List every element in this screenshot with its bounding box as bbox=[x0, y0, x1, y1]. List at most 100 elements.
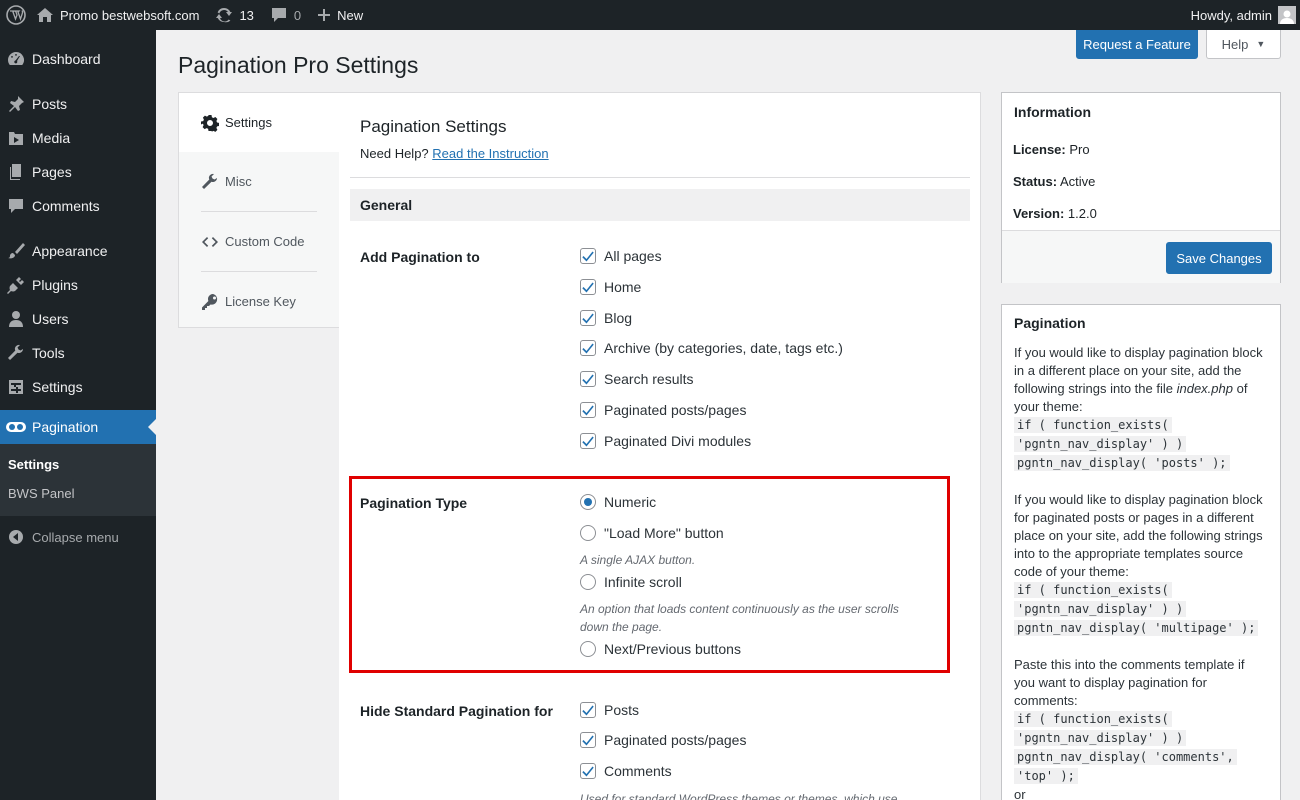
tab-misc[interactable]: Misc bbox=[179, 152, 339, 211]
greeting: Howdy, admin bbox=[1190, 7, 1272, 23]
site-name-link[interactable]: Promo bestwebsoft.com bbox=[28, 0, 207, 30]
version-value: 1.2.0 bbox=[1067, 206, 1097, 221]
checkbox-checked-icon bbox=[580, 279, 596, 295]
sidebar-item-posts[interactable]: Posts bbox=[0, 87, 156, 121]
option-label: Paginated posts/pages bbox=[604, 402, 747, 418]
help-label: Help bbox=[1221, 36, 1249, 52]
sidebar-item-label: Plugins bbox=[32, 277, 78, 293]
tab-settings[interactable]: Settings bbox=[178, 93, 340, 152]
radio-numeric[interactable]: Numeric bbox=[580, 494, 656, 510]
updates-link[interactable]: 13 bbox=[207, 0, 261, 30]
caret-down-icon: ▼ bbox=[1256, 39, 1266, 49]
home-icon bbox=[37, 8, 53, 22]
tab-license-key[interactable]: License Key bbox=[179, 272, 339, 331]
sidebar-item-media[interactable]: Media bbox=[0, 121, 156, 155]
tab-label: Settings bbox=[225, 115, 272, 130]
admin-bar: Promo bestwebsoft.com 13 0 New Howdy, ad… bbox=[0, 0, 1300, 30]
collapse-icon bbox=[6, 527, 26, 547]
site-name: Promo bestwebsoft.com bbox=[60, 7, 200, 23]
checkbox-checked-icon bbox=[580, 371, 596, 387]
help-line: Need Help? Read the Instruction bbox=[360, 146, 549, 161]
sidebar-item-users[interactable]: Users bbox=[0, 302, 156, 336]
sidebar-item-comments[interactable]: Comments bbox=[0, 189, 156, 223]
request-feature-button[interactable]: Request a Feature bbox=[1076, 30, 1198, 59]
checkbox-archive[interactable]: Archive (by categories, date, tags etc.) bbox=[580, 340, 843, 356]
pin-icon bbox=[6, 94, 26, 114]
checkbox-hide-comments[interactable]: Comments bbox=[580, 763, 672, 779]
sidebar-item-tools[interactable]: Tools bbox=[0, 336, 156, 370]
radio-next-previous[interactable]: Next/Previous buttons bbox=[580, 641, 741, 657]
checkbox-checked-icon bbox=[580, 340, 596, 356]
checkbox-checked-icon bbox=[580, 433, 596, 449]
sidebar-item-label: Dashboard bbox=[32, 51, 101, 67]
sidebar-item-settings[interactable]: Settings bbox=[0, 370, 156, 404]
radio-infinite-scroll[interactable]: Infinite scroll bbox=[580, 574, 682, 590]
users-icon bbox=[6, 309, 26, 329]
radio-icon bbox=[580, 641, 596, 657]
sidebar-item-dashboard[interactable]: Dashboard bbox=[0, 42, 156, 76]
settings-icon bbox=[6, 377, 26, 397]
checkbox-checked-icon bbox=[580, 402, 596, 418]
checkbox-checked-icon bbox=[580, 763, 596, 779]
pagination-help-box: Pagination If you would like to display … bbox=[1001, 304, 1281, 800]
sidebar-item-label: Comments bbox=[32, 198, 100, 214]
submenu-item-bws-panel[interactable]: BWS Panel bbox=[0, 479, 156, 508]
instruction-link[interactable]: Read the Instruction bbox=[432, 146, 548, 161]
code-icon bbox=[202, 236, 218, 247]
tab-custom-code[interactable]: Custom Code bbox=[179, 212, 339, 271]
hide-pagination-label: Hide Standard Pagination for bbox=[360, 703, 553, 719]
code-line: pgntn_nav_display( 'multipage' ); bbox=[1014, 620, 1259, 636]
my-account-link[interactable]: Howdy, admin bbox=[1183, 0, 1300, 30]
wordpress-logo-icon[interactable] bbox=[0, 0, 28, 30]
checkbox-paginated-posts[interactable]: Paginated posts/pages bbox=[580, 402, 746, 418]
brush-icon bbox=[6, 241, 26, 261]
code-snippet-2: if ( function_exists('pgntn_nav_display'… bbox=[1014, 581, 1268, 638]
option-label: Archive (by categories, date, tags etc.) bbox=[604, 340, 843, 356]
code-line: if ( function_exists( bbox=[1014, 582, 1172, 598]
pagination-type-label: Pagination Type bbox=[360, 495, 468, 511]
option-label: Infinite scroll bbox=[604, 574, 682, 590]
sidebar-item-pages[interactable]: Pages bbox=[0, 155, 156, 189]
radio-icon bbox=[580, 574, 596, 590]
checkbox-search-results[interactable]: Search results bbox=[580, 371, 693, 387]
file-name: index.php bbox=[1176, 381, 1233, 396]
pages-icon bbox=[6, 162, 26, 182]
checkbox-checked-icon bbox=[580, 248, 596, 264]
tab-label: License Key bbox=[225, 294, 296, 309]
sidebar-item-pagination[interactable]: Pagination bbox=[0, 410, 156, 444]
checkbox-hide-paginated-posts[interactable]: Paginated posts/pages bbox=[580, 732, 746, 748]
checkbox-checked-icon bbox=[580, 310, 596, 326]
settings-title: Pagination Settings bbox=[360, 117, 507, 136]
submenu-item-settings[interactable]: Settings bbox=[0, 450, 156, 479]
option-label: Numeric bbox=[604, 494, 657, 510]
radio-icon bbox=[580, 525, 596, 541]
new-content-link[interactable]: New bbox=[309, 0, 371, 30]
sidebar-item-appearance[interactable]: Appearance bbox=[0, 234, 156, 268]
checkbox-hide-posts[interactable]: Posts bbox=[580, 702, 639, 718]
admin-sidebar: Dashboard Posts Media Pages Comments App… bbox=[0, 30, 156, 800]
sidebar-item-plugins[interactable]: Plugins bbox=[0, 268, 156, 302]
help-button[interactable]: Help ▼ bbox=[1206, 30, 1281, 59]
code-line: pgntn_nav_display( 'posts' ); bbox=[1014, 455, 1230, 471]
save-changes-button[interactable]: Save Changes bbox=[1166, 242, 1272, 274]
license-value: Pro bbox=[1069, 142, 1090, 157]
status-label: Status: bbox=[1013, 174, 1058, 189]
status-line: Status: Active bbox=[1013, 174, 1095, 189]
information-title: Information bbox=[1014, 104, 1091, 120]
status-value: Active bbox=[1059, 174, 1096, 189]
checkbox-home[interactable]: Home bbox=[580, 279, 641, 295]
checkbox-all-pages[interactable]: All pages bbox=[580, 248, 662, 264]
radio-load-more[interactable]: "Load More" button bbox=[580, 525, 724, 541]
comments-link[interactable]: 0 bbox=[262, 0, 309, 30]
collapse-label: Collapse menu bbox=[32, 529, 119, 545]
checkbox-divi-modules[interactable]: Paginated Divi modules bbox=[580, 433, 751, 449]
updates-count: 13 bbox=[239, 7, 254, 23]
collapse-menu-button[interactable]: Collapse menu bbox=[0, 520, 156, 554]
hide-description: Used for standard WordPress themes or th… bbox=[580, 792, 898, 800]
wrench-icon bbox=[202, 173, 217, 189]
checkbox-blog[interactable]: Blog bbox=[580, 310, 632, 326]
sidebar-item-label: Pages bbox=[32, 164, 72, 180]
plus-icon bbox=[318, 9, 331, 21]
pagination-help-title: Pagination bbox=[1014, 315, 1086, 331]
add-pagination-label: Add Pagination to bbox=[360, 249, 480, 265]
